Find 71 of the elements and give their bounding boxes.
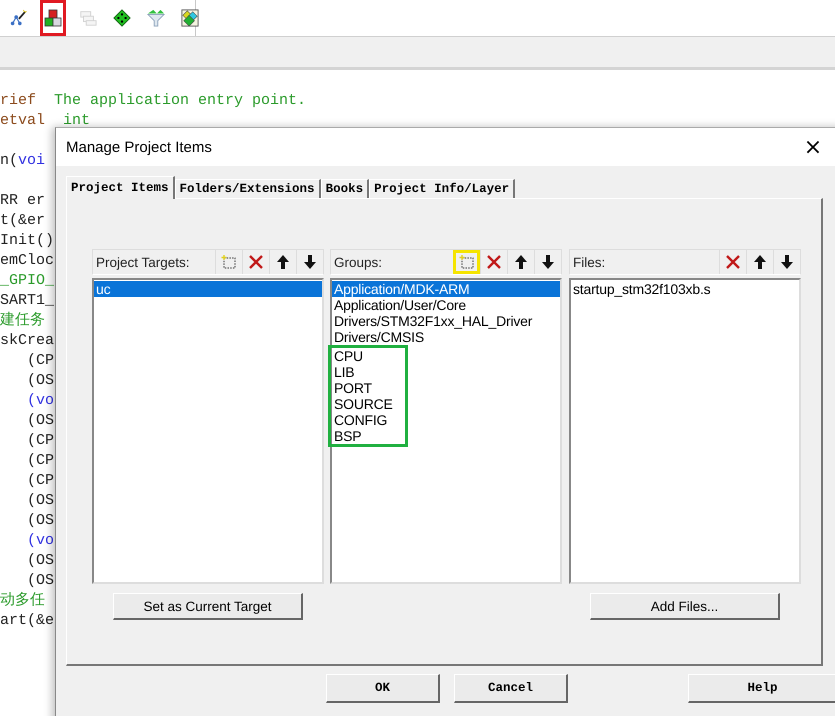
delete-icon xyxy=(486,254,502,270)
window-title: Manage Project Items xyxy=(66,138,212,156)
up-arrow-icon xyxy=(513,254,529,270)
delete-icon xyxy=(725,254,741,270)
code-text: (CP xyxy=(27,431,54,451)
list-item[interactable]: PORT xyxy=(332,380,393,396)
code-text: (CP xyxy=(27,351,54,371)
panel-title: Files: xyxy=(573,254,606,270)
list-item[interactable]: Application/MDK-ARM xyxy=(332,281,560,297)
code-text: Init() xyxy=(0,231,54,251)
panel-title: Groups: xyxy=(334,254,382,270)
new-item-button[interactable] xyxy=(453,250,480,274)
code-text: 动多任 xyxy=(0,591,45,611)
list-item[interactable]: CPU xyxy=(332,348,393,364)
action-button[interactable]: Add Files... xyxy=(590,593,780,620)
tab[interactable]: Books xyxy=(320,179,370,198)
code-text: int xyxy=(63,111,90,131)
blocks-icon[interactable] xyxy=(43,8,63,28)
list-item[interactable]: Drivers/STM32F1xx_HAL_Driver xyxy=(332,313,560,329)
code-text: t(&er xyxy=(0,211,46,231)
code-text: SART1_ xyxy=(0,291,54,311)
code-text: (OS xyxy=(27,511,54,531)
wand-tree-icon[interactable] xyxy=(9,8,27,28)
code-text: (vo xyxy=(27,531,54,551)
up-arrow-icon xyxy=(752,254,768,270)
code-text: RR er xyxy=(0,191,46,211)
new-item-icon xyxy=(221,254,237,270)
list-item[interactable]: SOURCE xyxy=(332,396,393,412)
close-button[interactable]: × xyxy=(790,129,835,165)
list-item[interactable]: CONFIG xyxy=(332,412,393,428)
stacked-diamonds-icon[interactable] xyxy=(181,8,199,28)
panel-title: Project Targets: xyxy=(96,254,190,270)
code-text: rief xyxy=(0,91,36,111)
down-arrow-icon xyxy=(779,254,795,270)
list-item[interactable]: Application/User/Core xyxy=(332,297,560,313)
code-text: emCloc xyxy=(0,251,54,271)
down-arrow-icon xyxy=(302,254,318,270)
code-text: 建任务 xyxy=(0,311,45,331)
tab[interactable]: Project Items xyxy=(66,176,175,199)
list-item[interactable]: LIB xyxy=(332,364,393,380)
new-item-icon xyxy=(458,254,474,270)
code-text: (CP xyxy=(27,471,54,491)
code-text: (CP xyxy=(27,451,54,471)
dialog-button[interactable]: OK xyxy=(326,674,440,703)
code-text: (OS xyxy=(27,491,54,511)
delete-icon xyxy=(248,254,264,270)
code-text: (vo xyxy=(27,391,54,411)
dialog-button[interactable]: Help xyxy=(688,674,835,703)
diamond-icon[interactable] xyxy=(113,8,131,28)
funnel-icon[interactable] xyxy=(147,8,165,28)
list-item[interactable]: startup_stm32f103xb.s xyxy=(571,281,799,297)
tab[interactable]: Project Info/Layer xyxy=(369,179,516,198)
code-text: n( xyxy=(0,151,18,171)
code-text: skCrea xyxy=(0,331,54,351)
list-item[interactable]: BSP xyxy=(332,428,393,444)
list-item[interactable]: Drivers/CMSIS xyxy=(332,329,560,345)
code-text: art(&e xyxy=(0,611,54,631)
up-arrow-icon xyxy=(275,254,291,270)
tab[interactable]: Folders/Extensions xyxy=(174,179,321,198)
down-arrow-icon xyxy=(540,254,556,270)
code-text: (OS xyxy=(27,551,54,571)
list-item[interactable]: uc xyxy=(94,281,322,297)
dialog-button[interactable]: Cancel xyxy=(454,674,568,703)
code-text: (OS xyxy=(27,571,54,591)
code-text: The application entry point. xyxy=(54,91,306,111)
code-text: (OS xyxy=(27,411,54,431)
action-button[interactable]: Set as Current Target xyxy=(113,593,303,620)
code-text: etval xyxy=(0,111,46,131)
code-text: _GPIO_ xyxy=(0,271,54,291)
code-text: voi xyxy=(18,151,46,171)
code-text: (OS xyxy=(27,371,54,391)
